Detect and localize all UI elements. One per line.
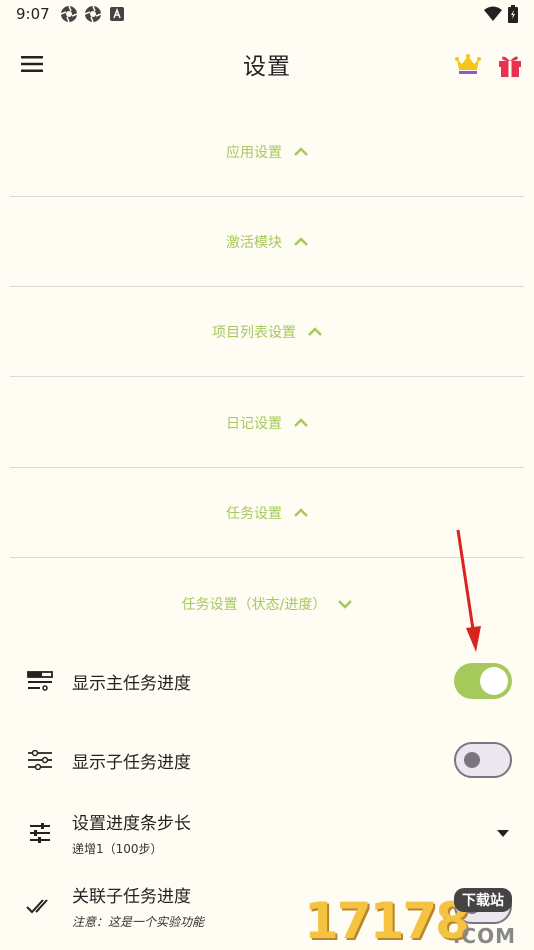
- setting-row-progress-step[interactable]: 设置进度条步长 递增1（100步）: [0, 795, 534, 871]
- main-progress-switch[interactable]: [454, 663, 512, 699]
- chevron-up-icon: [294, 508, 308, 517]
- setting-title: 关联子任务进度: [72, 887, 191, 907]
- aperture-icon: [60, 5, 78, 23]
- setting-title: 显示子任务进度: [72, 752, 191, 773]
- setting-title: 设置进度条步长: [72, 814, 191, 834]
- page-title: 设置: [243, 54, 291, 80]
- watermark-com: .COM: [452, 924, 516, 948]
- chevron-up-icon: [294, 418, 308, 427]
- setting-text: 设置进度条步长 递增1（100步）: [72, 809, 191, 857]
- section-project-list[interactable]: 项目列表设置: [10, 287, 524, 377]
- tune-icon: [26, 819, 54, 847]
- dropdown-arrow-icon[interactable]: [496, 828, 510, 838]
- section-label: 激活模块: [226, 234, 282, 251]
- section-diary[interactable]: 日记设置: [10, 378, 524, 468]
- chevron-down-icon: [338, 599, 353, 609]
- setting-subtitle: 递增1（100步）: [72, 842, 163, 856]
- watermark-digits: 17178: [304, 892, 470, 950]
- chevron-up-icon: [294, 237, 308, 246]
- status-bar: 9:07: [0, 0, 534, 28]
- section-app-settings[interactable]: 应用设置: [10, 107, 524, 197]
- section-label: 项目列表设置: [212, 324, 296, 341]
- sub-progress-switch[interactable]: [454, 742, 512, 778]
- section-activate-modules[interactable]: 激活模块: [10, 197, 524, 287]
- progress-bars-icon: [26, 667, 54, 695]
- app-bar: 设置: [0, 34, 534, 94]
- watermark-logo: 17178 下载站 .COM: [304, 886, 534, 950]
- hamburger-menu-icon[interactable]: [18, 50, 46, 78]
- watermark-badge: 下载站: [454, 888, 512, 912]
- setting-row-sub-progress[interactable]: 显示子任务进度: [0, 722, 534, 798]
- section-label: 任务设置（状态/进度）: [181, 597, 327, 613]
- section-label: 任务设置: [226, 505, 282, 522]
- chevron-up-icon: [308, 327, 322, 336]
- setting-text: 显示子任务进度: [72, 748, 191, 773]
- status-time: 9:07: [16, 5, 50, 23]
- switch-knob: [480, 667, 508, 695]
- double-check-icon: [26, 892, 54, 920]
- wifi-icon: [484, 6, 502, 26]
- battery-icon: [508, 5, 518, 27]
- annotation-arrow-icon: [456, 529, 481, 652]
- status-right: [484, 5, 518, 27]
- setting-text: 关联子任务进度 注意：这是一个实验功能: [72, 882, 204, 930]
- a-box-icon: [108, 5, 126, 23]
- section-label: 日记设置: [226, 415, 282, 432]
- setting-title: 显示主任务进度: [72, 673, 191, 694]
- aperture-icon: [84, 5, 102, 23]
- gift-icon[interactable]: [494, 50, 526, 80]
- setting-text: 显示主任务进度: [72, 669, 191, 694]
- section-label: 应用设置: [226, 144, 282, 161]
- switch-knob: [464, 752, 480, 768]
- setting-subtitle: 注意：这是一个实验功能: [72, 915, 205, 929]
- crown-icon[interactable]: [454, 50, 482, 78]
- sliders-icon: [26, 746, 54, 774]
- chevron-up-icon: [294, 147, 308, 156]
